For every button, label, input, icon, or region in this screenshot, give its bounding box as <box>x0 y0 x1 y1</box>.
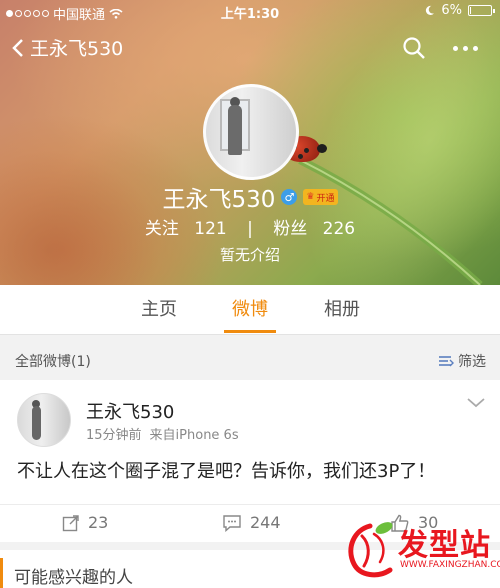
post-avatar[interactable] <box>17 393 71 447</box>
profile-tabs: 主页 微博 相册 <box>0 285 500 335</box>
battery-icon <box>468 5 495 16</box>
crown-icon: ♛ <box>306 192 315 202</box>
post-text: 不让人在这个圈子混了是吧？告诉你，我们还3P了！ <box>17 461 436 482</box>
male-gender-icon: ♂ <box>281 189 298 205</box>
post-source: 来自iPhone 6s <box>149 428 239 443</box>
profile-header: 中国联通 上午1:30 6% 王永飞530 王永飞530 ♂ ♛ 开通 关注 1… <box>0 0 500 285</box>
repost-icon <box>62 514 79 531</box>
search-icon <box>403 37 425 59</box>
nav-bar: 王永飞530 <box>0 28 500 68</box>
profile-name: 王永飞530 <box>162 187 276 213</box>
stats-separator: | <box>247 219 253 239</box>
filter-icon <box>439 356 454 367</box>
repost-button[interactable]: 23 <box>62 513 108 532</box>
chevron-left-icon <box>12 38 23 57</box>
post-meta: 15分钟前 来自iPhone 6s <box>86 424 247 443</box>
search-button[interactable] <box>402 36 426 64</box>
vip-badge[interactable]: ♛ 开通 <box>303 189 338 205</box>
watermark: 发型站 WWW.FAXINGZHAN.COM <box>340 518 500 588</box>
post-author[interactable]: 王永飞530 <box>86 398 174 424</box>
recommend-title: 可能感兴趣的人 <box>14 568 133 588</box>
profile-name-row: 王永飞530 ♂ ♛ 开通 <box>0 180 500 214</box>
status-bar: 中国联通 上午1:30 6% <box>0 0 500 23</box>
watermark-brand: 发型站 <box>398 528 491 563</box>
filter-bar: 全部微博(1) 筛选 <box>0 342 500 376</box>
post-options-button[interactable] <box>466 394 486 413</box>
follow-stats: 关注 121 | 粉丝 226 <box>0 214 500 239</box>
back-button[interactable]: 王永飞530 <box>12 34 123 61</box>
watermark-logo-icon <box>348 522 393 578</box>
filter-button[interactable]: 筛选 <box>438 351 486 371</box>
profile-avatar[interactable] <box>203 84 299 180</box>
profile-intro: 暂无介绍 <box>219 246 280 264</box>
watermark-url: WWW.FAXINGZHAN.COM <box>400 560 500 570</box>
moon-icon <box>426 5 435 16</box>
tab-home[interactable]: 主页 <box>119 285 199 335</box>
back-label: 王永飞530 <box>30 38 124 60</box>
post-time: 15分钟前 <box>86 428 142 443</box>
comment-icon <box>223 514 241 532</box>
more-dots-icon <box>453 46 458 51</box>
chevron-down-icon <box>467 398 485 408</box>
battery-percent: 6% <box>441 3 462 18</box>
post-count[interactable]: 全部微博(1) <box>15 351 91 371</box>
tab-album[interactable]: 相册 <box>302 285 382 335</box>
followers-link[interactable]: 粉丝 226 <box>268 219 360 239</box>
following-link[interactable]: 关注 121 <box>140 219 232 239</box>
tab-weibo[interactable]: 微博 <box>210 285 290 335</box>
comment-button[interactable]: 244 <box>222 513 281 532</box>
more-button[interactable] <box>453 36 478 51</box>
